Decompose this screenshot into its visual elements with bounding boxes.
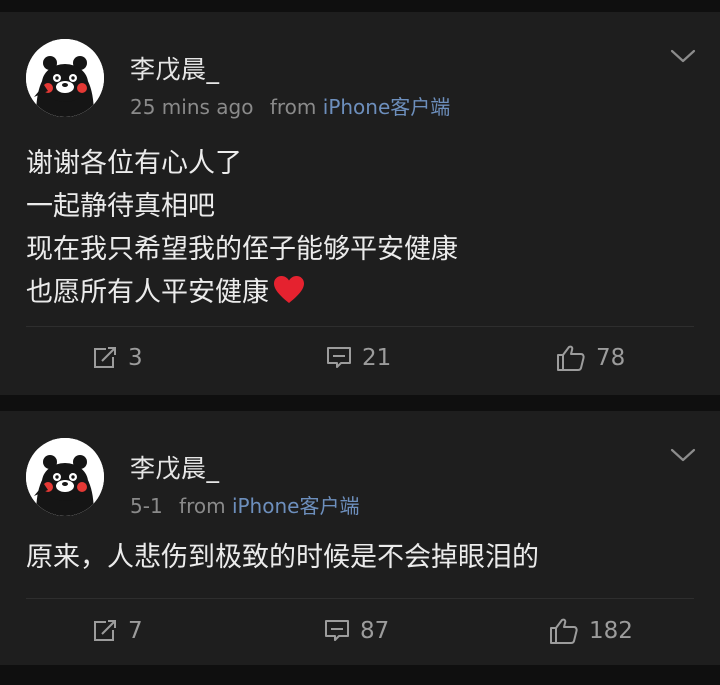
action-bar: 3 21 78 (0, 338, 720, 378)
post-meta: 5-1 from iPhone客户端 (130, 490, 359, 519)
divider (26, 598, 694, 599)
bear-avatar-icon (26, 39, 104, 117)
post-line: 谢谢各位有心人了 (26, 148, 242, 179)
avatar[interactable] (26, 438, 104, 516)
like-count: 78 (596, 345, 626, 371)
repost-icon (94, 347, 116, 368)
post-time: 5-1 (130, 494, 163, 518)
action-bar: 7 87 182 (0, 611, 720, 651)
like-button[interactable]: 182 (549, 611, 633, 651)
comment-count: 21 (362, 345, 392, 371)
like-button[interactable]: 78 (556, 338, 625, 378)
repost-count: 3 (128, 345, 143, 371)
comment-count: 87 (360, 618, 390, 644)
comment-icon (325, 620, 349, 641)
bear-avatar-icon (26, 438, 104, 516)
comment-icon (327, 347, 351, 368)
thumbs-up-icon (550, 618, 578, 644)
post-body: 原来，人悲伤到极致的时候是不会掉眼泪的 (26, 536, 539, 579)
chevron-down-icon[interactable] (670, 48, 696, 64)
divider (26, 326, 694, 327)
from-label: from (269, 95, 317, 119)
post-card: 李戊晨_ 25 mins ago from iPhone客户端 谢谢各位有心人了… (0, 12, 720, 395)
thumbs-up-icon (557, 345, 585, 371)
source-link[interactable]: iPhone客户端 (323, 95, 451, 119)
avatar[interactable] (26, 39, 104, 117)
like-count: 182 (589, 618, 633, 644)
comment-button[interactable]: 87 (324, 611, 389, 651)
post-meta: 25 mins ago from iPhone客户端 (130, 91, 450, 120)
post-line: 原来，人悲伤到极致的时候是不会掉眼泪的 (26, 542, 539, 573)
from-label: from (179, 494, 226, 518)
source-link[interactable]: iPhone客户端 (232, 494, 360, 518)
username[interactable]: 李戊晨_ (130, 50, 220, 86)
post-line: 一起静待真相吧 (26, 191, 215, 222)
repost-button[interactable]: 3 (92, 338, 143, 378)
post-body: 谢谢各位有心人了 一起静待真相吧 现在我只希望我的侄子能够平安健康 也愿所有人平… (26, 142, 458, 314)
red-heart-icon (274, 276, 304, 303)
repost-count: 7 (128, 618, 143, 644)
username[interactable]: 李戊晨_ (130, 449, 220, 485)
comment-button[interactable]: 21 (326, 338, 391, 378)
chevron-down-icon[interactable] (670, 447, 696, 463)
post-line: 也愿所有人平安健康 (26, 277, 269, 308)
post-line: 现在我只希望我的侄子能够平安健康 (26, 234, 458, 265)
repost-button[interactable]: 7 (92, 611, 143, 651)
repost-icon (94, 620, 116, 641)
post-time: 25 mins ago (130, 95, 254, 119)
post-card: 李戊晨_ 5-1 from iPhone客户端 原来，人悲伤到极致的时候是不会掉… (0, 411, 720, 665)
post-line-with-emoji: 也愿所有人平安健康 (26, 271, 458, 314)
